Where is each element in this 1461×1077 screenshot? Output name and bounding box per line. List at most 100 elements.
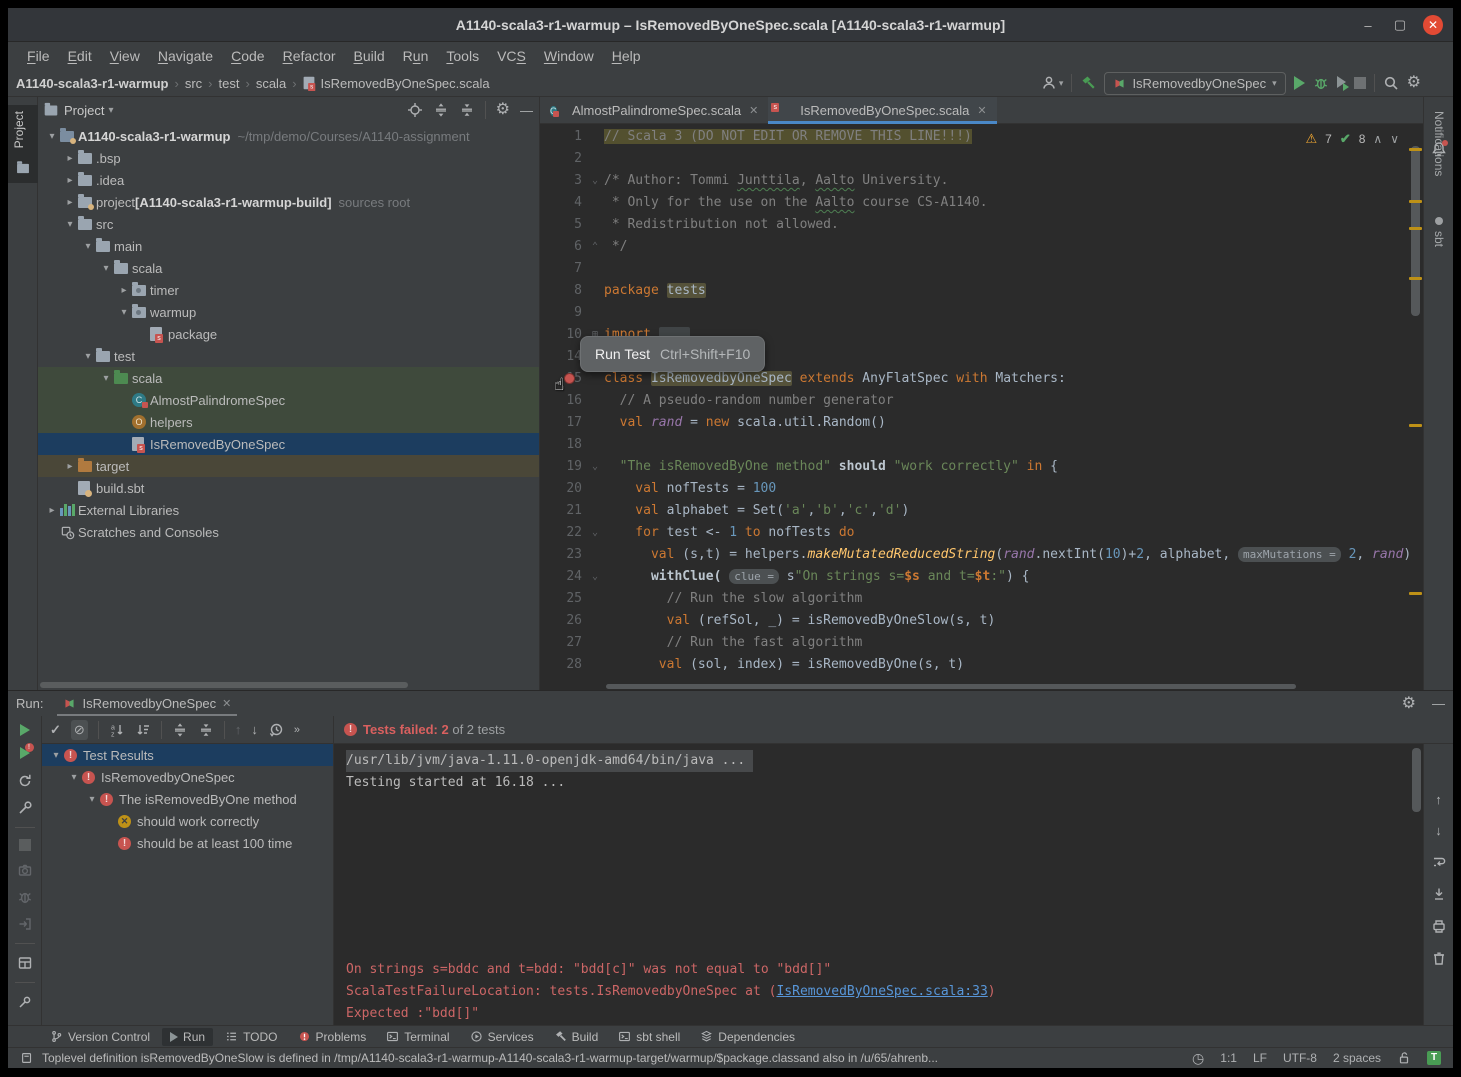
fold-marker-icon[interactable]: ⌄ — [586, 566, 604, 588]
editor-tab[interactable]: CAlmostPalindromeSpec.scala✕ — [540, 97, 768, 123]
test-tree-row[interactable]: ▾!The isRemovedByOne method — [42, 788, 333, 810]
restore-layout-icon[interactable] — [17, 955, 33, 971]
code-line[interactable]: 1// Scala 3 (DO NOT EDIT OR REMOVE THIS … — [540, 126, 1423, 148]
tree-chevron-icon[interactable]: ▸ — [62, 153, 78, 164]
toolwindow-button-todo[interactable]: TODO — [217, 1028, 285, 1046]
file-encoding[interactable]: UTF-8 — [1283, 1051, 1317, 1065]
fold-marker-icon[interactable]: ⌄ — [586, 170, 604, 192]
console-file-link[interactable]: IsRemovedByOneSpec.scala:33 — [776, 984, 987, 999]
line-separator[interactable]: LF — [1253, 1051, 1267, 1065]
tree-chevron-icon[interactable]: ▾ — [116, 307, 132, 318]
code-line[interactable]: 19⌄ "The isRemovedByOne method" should "… — [540, 456, 1423, 478]
title-bar[interactable]: A1140-scala3-r1-warmup – IsRemovedByOneS… — [8, 8, 1453, 42]
tree-chevron-icon[interactable]: ▾ — [80, 351, 96, 362]
menu-tools[interactable]: Tools — [437, 44, 488, 68]
project-tree-row[interactable]: ▾test — [38, 345, 539, 367]
code-line[interactable]: 25 // Run the slow algorithm — [540, 588, 1423, 610]
sort-alphabetically-icon[interactable] — [109, 722, 125, 738]
breadcrumb-segment[interactable]: test — [219, 76, 240, 91]
print-icon[interactable] — [1431, 918, 1447, 934]
menu-edit[interactable]: Edit — [59, 44, 101, 68]
project-tree-row[interactable]: ▸timer — [38, 279, 539, 301]
debug-button[interactable] — [1313, 75, 1329, 91]
toolwindow-button-problems[interactable]: Problems — [290, 1028, 375, 1046]
tree-chevron-icon[interactable]: ▾ — [62, 219, 78, 230]
toolwindow-button-version-control[interactable]: Version Control — [42, 1028, 158, 1046]
tree-chevron-icon[interactable]: ▸ — [62, 461, 78, 472]
project-tree-row[interactable]: Ohelpers — [38, 411, 539, 433]
menu-view[interactable]: View — [101, 44, 149, 68]
project-tree-row[interactable]: ▸.idea — [38, 169, 539, 191]
fold-marker-icon[interactable]: ⌄ — [586, 456, 604, 478]
project-view-caret-icon[interactable]: ▾ — [108, 105, 113, 116]
tests-widget-icon[interactable]: T — [1427, 1051, 1441, 1065]
maximize-button[interactable]: ▢ — [1391, 17, 1409, 33]
project-tree-row[interactable]: build.sbt — [38, 477, 539, 499]
toolwindow-button-terminal[interactable]: Terminal — [378, 1028, 457, 1046]
editor-error-stripe[interactable] — [1407, 124, 1423, 690]
pin-tab-icon[interactable] — [17, 994, 33, 1010]
code-line[interactable]: 28 val (sol, index) = isRemovedByOne(s, … — [540, 654, 1423, 676]
collapse-all-icon[interactable] — [459, 102, 475, 118]
tree-chevron-icon[interactable]: ▸ — [62, 175, 78, 186]
project-tree-row[interactable]: ▸project [A1140-scala3-r1-warmup-build]s… — [38, 191, 539, 213]
code-line[interactable]: 18 — [540, 434, 1423, 456]
code-line[interactable]: 17 val rand = new scala.util.Random() — [540, 412, 1423, 434]
breadcrumb-file[interactable]: IsRemovedByOneSpec.scala — [321, 76, 490, 91]
tree-chevron-icon[interactable]: ▾ — [80, 241, 96, 252]
next-problem-icon[interactable]: ∨ — [1390, 128, 1399, 150]
code-line[interactable]: 6⌃ */ — [540, 236, 1423, 258]
code-line[interactable]: 24⌄ withClue( clue = s"On strings s=$s a… — [540, 566, 1423, 588]
readonly-lock-icon[interactable] — [1397, 1051, 1411, 1065]
tree-chevron-icon[interactable]: ▾ — [44, 131, 60, 142]
prev-problem-icon[interactable]: ∧ — [1373, 128, 1382, 150]
run-button[interactable] — [1294, 76, 1305, 90]
code-line[interactable]: 23 val (s,t) = helpers.makeMutatedReduce… — [540, 544, 1423, 566]
scroll-up-icon[interactable]: ↑ — [1435, 792, 1442, 807]
test-tree-row[interactable]: ▾!Test Results — [42, 744, 333, 766]
run-tab-close-icon[interactable]: ✕ — [222, 697, 231, 710]
menu-navigate[interactable]: Navigate — [149, 44, 222, 68]
test-tree-row[interactable]: ✕should work correctly — [42, 810, 333, 832]
project-tree-row[interactable]: ▸.bsp — [38, 147, 539, 169]
toggle-auto-test-icon[interactable] — [17, 773, 33, 789]
inspections-widget[interactable]: ⚠7✔8∧∨ — [1305, 128, 1399, 150]
clear-console-icon[interactable] — [1431, 950, 1447, 966]
close-button[interactable]: ✕ — [1423, 15, 1443, 35]
rerun-failed-tests-button[interactable]: ! — [20, 747, 30, 762]
project-tree-row[interactable]: ▾scala — [38, 257, 539, 279]
soft-wrap-icon[interactable] — [1431, 854, 1447, 870]
hide-panel-icon[interactable]: — — [520, 103, 533, 118]
code-line[interactable]: 7 — [540, 258, 1423, 280]
menu-run[interactable]: Run — [394, 44, 438, 68]
project-tree-row[interactable]: IsRemovedByOneSpec — [38, 433, 539, 455]
breadcrumb-segment[interactable]: A1140-scala3-r1-warmup — [16, 76, 168, 91]
notifications-stripe-label[interactable]: Notifications — [1432, 111, 1446, 176]
show-passed-icon[interactable]: ✓ — [50, 722, 61, 738]
run-test-gutter-icon[interactable] — [564, 373, 575, 384]
caret-position[interactable]: 1:1 — [1220, 1051, 1237, 1065]
toolwindow-button-sbt-shell[interactable]: sbt shell — [610, 1028, 688, 1046]
project-tree-row[interactable]: Scratches and Consoles — [38, 521, 539, 543]
ide-logo-icon[interactable] — [1429, 75, 1445, 91]
project-tree-row[interactable]: ▾src — [38, 213, 539, 235]
more-actions-icon[interactable]: » — [294, 724, 300, 736]
code-line[interactable]: 21 val alphabet = Set('a','b','c','d') — [540, 500, 1423, 522]
menu-file[interactable]: File — [18, 44, 59, 68]
search-everywhere-icon[interactable] — [1383, 75, 1399, 91]
project-tree-row[interactable]: ▾main — [38, 235, 539, 257]
code-line[interactable]: 3⌄/* Author: Tommi Junttila, Aalto Unive… — [540, 170, 1423, 192]
code-line[interactable]: 26 val (refSol, _) = isRemovedByOneSlow(… — [540, 610, 1423, 632]
coverage-button[interactable] — [1337, 76, 1346, 91]
settings-gear-icon[interactable]: ⚙ — [1407, 75, 1421, 91]
sbt-stripe-label[interactable]: sbt — [1432, 231, 1446, 247]
test-tree-row[interactable]: !should be at least 100 time — [42, 832, 333, 854]
code-line[interactable]: 5 * Redistribution not allowed. — [540, 214, 1423, 236]
test-settings-wrench-icon[interactable] — [17, 800, 33, 816]
project-horizontal-scrollbar[interactable] — [40, 682, 408, 688]
indent-style[interactable]: 2 spaces — [1333, 1051, 1381, 1065]
menu-help[interactable]: Help — [603, 44, 650, 68]
menu-code[interactable]: Code — [222, 44, 273, 68]
toolwindow-button-run[interactable]: Run — [162, 1028, 213, 1046]
editor-tab[interactable]: IsRemovedByOneSpec.scala✕ — [768, 97, 996, 123]
